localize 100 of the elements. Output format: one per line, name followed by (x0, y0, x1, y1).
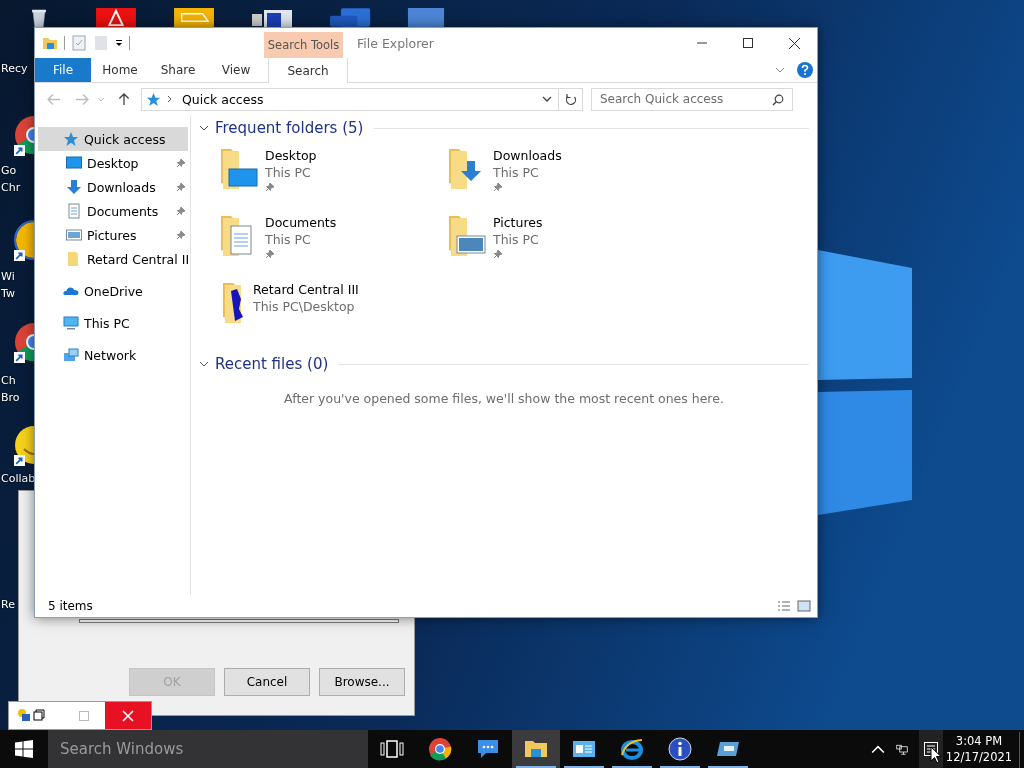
customize-dropdown-icon[interactable] (115, 39, 123, 47)
desktop-icon-label[interactable]: Chr (1, 179, 21, 196)
app-icon (17, 708, 31, 722)
pin-icon (176, 230, 186, 240)
desktop-icon-label[interactable]: Wi (1, 268, 15, 285)
app-icon[interactable] (14, 220, 34, 260)
app-icon[interactable] (95, 8, 137, 27)
chevron-icon[interactable] (199, 359, 209, 369)
pc-icon (63, 315, 79, 331)
nav-item[interactable]: Network (38, 343, 188, 367)
windows-logo-icon (15, 740, 33, 758)
chat-icon (476, 737, 500, 761)
status-text: 5 items (48, 599, 93, 613)
mouse-cursor-icon (930, 746, 942, 764)
folder-icon (449, 216, 487, 256)
folder-location: This PC (493, 232, 540, 247)
monitor-icon[interactable] (405, 8, 447, 27)
ribbon-tab[interactable]: Home (91, 58, 149, 82)
section-header[interactable]: Recent files (0) (215, 355, 329, 373)
download-icon (66, 179, 82, 195)
search-icon (772, 93, 784, 106)
document-icon (66, 203, 82, 219)
nav-item[interactable]: Desktop (35, 151, 190, 175)
folder-icon (221, 149, 259, 189)
taskbar-search-field[interactable]: Search Windows (48, 730, 368, 768)
desktop-icon-label[interactable]: Bro (1, 389, 20, 406)
refresh-icon (564, 92, 577, 106)
expand-ribbon-icon[interactable] (775, 67, 785, 73)
search-field[interactable]: Search Quick access (591, 87, 793, 111)
nav-item[interactable]: Quick access (38, 127, 188, 151)
dialog-button[interactable]: Cancel (224, 668, 310, 696)
pin-icon (176, 158, 186, 168)
ribbon-tab[interactable]: File (35, 58, 91, 82)
desktop-icon-label[interactable]: Re (1, 596, 15, 613)
up-icon[interactable] (117, 92, 131, 106)
shortcut-arrow-icon (14, 352, 25, 363)
folder-location: This PC\Desktop (253, 299, 356, 314)
nav-item[interactable]: Downloads (35, 175, 190, 199)
clock[interactable]: 3:04 PM 12/17/2021 (943, 730, 1015, 768)
chevron-icon[interactable] (199, 123, 209, 133)
folder-name: Downloads (493, 148, 562, 163)
empty-message: After you've opened some files, we'll show the most recent ones here. (284, 391, 724, 406)
desktop-icon-label[interactable]: Ch (1, 372, 20, 389)
chrome-icon (428, 737, 452, 761)
ribbon-tab[interactable]: View (207, 58, 265, 82)
section-header[interactable]: Frequent folders (5) (215, 119, 364, 137)
network-icon (63, 347, 79, 363)
desktop-icon (66, 155, 82, 171)
folder-name: Pictures (493, 215, 543, 230)
clock-time: 3:04 PM (955, 733, 1003, 749)
star-icon (63, 131, 79, 147)
clock-date: 12/17/2021 (945, 749, 1013, 765)
taskview-icon (380, 737, 404, 761)
refresh-button[interactable] (559, 87, 583, 111)
maximize-icon (743, 38, 753, 48)
network-icon[interactable] (895, 743, 909, 755)
help-icon[interactable] (797, 62, 813, 78)
folder-tile[interactable]: Documents This PC (217, 215, 445, 282)
input-field[interactable] (79, 619, 399, 623)
folder-icon[interactable] (42, 35, 58, 51)
shortcut-arrow-icon (14, 145, 25, 156)
folder-name: Retard Central III (253, 282, 359, 297)
folder-location: This PC (265, 165, 312, 180)
dialog-button[interactable]: Browse... (319, 668, 405, 696)
folder-name: Documents (265, 215, 337, 230)
dropdown-icon[interactable] (542, 96, 552, 102)
desktop-icon-label[interactable]: Go (1, 162, 21, 179)
pin-icon (176, 206, 186, 216)
chevron-up-icon[interactable] (871, 743, 885, 755)
taskbar-button[interactable] (512, 730, 560, 768)
desktop-icon-label[interactable]: Tw (1, 285, 15, 302)
nav-item[interactable]: This PC (38, 311, 188, 335)
folder-tile[interactable]: Retard Central III This PC\Desktop (217, 282, 445, 349)
nav-item[interactable]: Retard Central II (35, 247, 190, 271)
notification-icon (923, 741, 939, 757)
address-bar[interactable]: Quick access (141, 87, 559, 111)
shortcut-arrow-icon (14, 250, 25, 261)
minimized-window[interactable] (8, 701, 152, 730)
smiley-icon[interactable] (14, 425, 34, 465)
folder-tile[interactable]: Pictures This PC (445, 215, 673, 282)
computer-icon[interactable] (250, 10, 292, 27)
star-icon (146, 91, 161, 107)
close-icon (122, 709, 134, 722)
folder-name: Desktop (265, 148, 317, 163)
folder-tile[interactable]: Desktop This PC (217, 148, 445, 215)
nav-item[interactable]: Pictures (35, 223, 190, 247)
desktop-icon-label[interactable]: Collab (1, 470, 36, 487)
restore-icon[interactable] (33, 709, 45, 721)
contextual-tab-group: Search Tools (264, 32, 343, 58)
folder-tile[interactable]: Downloads This PC (445, 148, 673, 215)
folder-location: This PC (265, 232, 312, 247)
address-path[interactable]: Quick access (182, 91, 264, 107)
ribbon-tab[interactable]: Search (268, 58, 348, 83)
ribbon-tab[interactable]: Share (149, 58, 207, 82)
nav-item[interactable]: Documents (35, 199, 190, 223)
window-stack-icon[interactable] (330, 8, 372, 27)
nav-item[interactable]: OneDrive (38, 279, 188, 303)
ie-icon (620, 737, 644, 761)
shortcut-arrow-icon (14, 455, 25, 466)
desktop-icon-label[interactable]: Recy (1, 60, 28, 77)
